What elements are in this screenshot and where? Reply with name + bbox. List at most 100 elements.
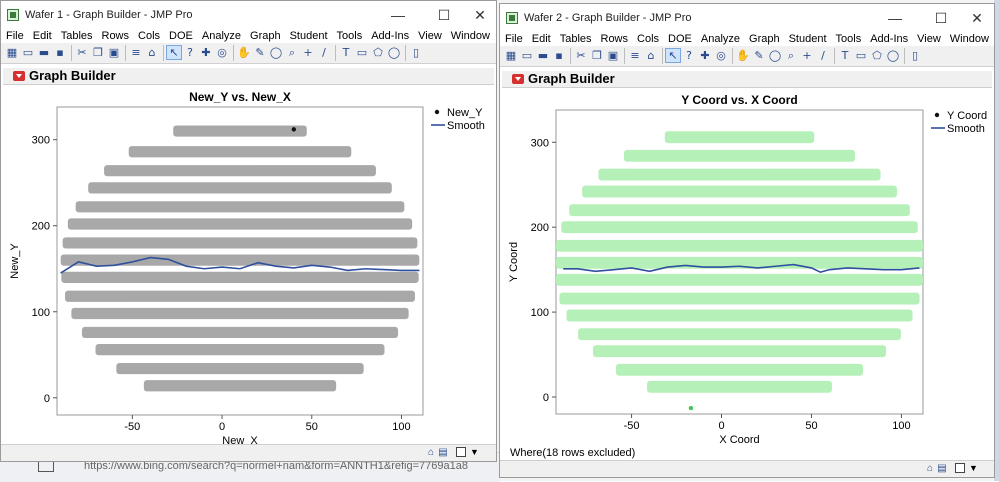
close-button[interactable]: ✕ bbox=[463, 3, 496, 27]
menu-tables[interactable]: Tables bbox=[555, 32, 596, 46]
more-tools-icon[interactable]: ▯ bbox=[409, 46, 423, 59]
menu-student[interactable]: Student bbox=[285, 29, 332, 43]
window-list-icon[interactable]: ▤ bbox=[936, 463, 948, 474]
new-table-icon[interactable]: ▦ bbox=[5, 46, 19, 59]
graph-builder-outline[interactable]: Graph Builder bbox=[502, 71, 992, 88]
window-list-icon[interactable]: ▤ bbox=[437, 447, 449, 458]
hand-tool-icon[interactable]: ✋ bbox=[237, 46, 251, 59]
copy-icon[interactable]: ❐ bbox=[91, 46, 105, 59]
text-tool-icon[interactable]: T bbox=[339, 46, 353, 59]
title-bar[interactable]: Wafer 2 - Graph Builder - JMP Pro — ☐ ✕ bbox=[500, 4, 994, 32]
graph-builder-outline[interactable]: Graph Builder bbox=[3, 68, 494, 85]
simple-shape-icon[interactable]: ▭ bbox=[854, 49, 868, 62]
plus-icon[interactable]: + bbox=[800, 49, 814, 62]
folder-icon[interactable]: ▬ bbox=[536, 49, 550, 62]
x-tick-label: 0 bbox=[718, 420, 724, 432]
menu-analyze[interactable]: Analyze bbox=[696, 32, 744, 46]
menu-view[interactable]: View bbox=[912, 32, 945, 46]
menu-doe[interactable]: DOE bbox=[663, 32, 696, 46]
help-tool-icon[interactable]: ? bbox=[183, 46, 197, 59]
lasso-icon[interactable]: ◯ bbox=[269, 46, 283, 59]
simple-shape-icon[interactable]: ▭ bbox=[355, 46, 369, 59]
text-tool-icon[interactable]: T bbox=[838, 49, 852, 62]
dropdown-arrow-icon[interactable]: ▼ bbox=[470, 446, 479, 459]
polygon-icon[interactable]: ⬠ bbox=[371, 46, 385, 59]
red-triangle-menu-icon[interactable] bbox=[13, 71, 25, 81]
window-wafer-1[interactable]: Wafer 1 - Graph Builder - JMP Pro — ☐ ✕ … bbox=[0, 0, 497, 462]
magnifier-icon[interactable]: ⌕ bbox=[285, 46, 299, 59]
maximize-button[interactable]: ☐ bbox=[924, 6, 958, 30]
maximize-button[interactable]: ☐ bbox=[427, 3, 461, 27]
lock-icon[interactable]: ⌂ bbox=[644, 49, 658, 62]
cut-icon[interactable]: ✂ bbox=[574, 49, 588, 62]
paste-icon[interactable]: ▣ bbox=[606, 49, 620, 62]
select-box-icon[interactable] bbox=[456, 447, 466, 457]
journal-icon[interactable]: ≡ bbox=[628, 49, 642, 62]
menu-student[interactable]: Student bbox=[784, 32, 831, 46]
toolbar-separator bbox=[904, 48, 905, 64]
menu-edit[interactable]: Edit bbox=[28, 29, 56, 43]
new-table-icon[interactable]: ▦ bbox=[504, 49, 518, 62]
toolbar-separator bbox=[405, 45, 406, 61]
menu-edit[interactable]: Edit bbox=[527, 32, 555, 46]
folder-icon[interactable]: ▬ bbox=[37, 46, 51, 59]
journal-icon[interactable]: ≡ bbox=[129, 46, 143, 59]
more-tools-icon[interactable]: ▯ bbox=[908, 49, 922, 62]
oval-icon[interactable]: ◯ bbox=[387, 46, 401, 59]
menu-window[interactable]: Window bbox=[945, 32, 993, 46]
line-tool-icon[interactable]: / bbox=[816, 49, 830, 62]
help-tool-icon[interactable]: ? bbox=[682, 49, 696, 62]
menu-doe[interactable]: DOE bbox=[164, 29, 197, 43]
dropdown-arrow-icon[interactable]: ▼ bbox=[969, 462, 978, 475]
menu-analyze[interactable]: Analyze bbox=[197, 29, 245, 43]
line-tool-icon[interactable]: / bbox=[317, 46, 331, 59]
menu-tables[interactable]: Tables bbox=[56, 29, 97, 43]
minimize-button[interactable]: — bbox=[381, 3, 415, 27]
magnifier-icon[interactable]: ⌕ bbox=[784, 49, 798, 62]
home-window-icon[interactable]: ⌂ bbox=[425, 447, 437, 458]
menu-file[interactable]: File bbox=[500, 32, 527, 46]
arrow-tool-icon[interactable]: ↖ bbox=[166, 45, 182, 60]
crosshair-icon[interactable]: ✚ bbox=[698, 49, 712, 62]
target-icon[interactable]: ◎ bbox=[215, 46, 229, 59]
menu-tools[interactable]: Tools bbox=[831, 32, 866, 46]
menu-file[interactable]: File bbox=[1, 29, 28, 43]
open-icon[interactable]: ▭ bbox=[21, 46, 35, 59]
cut-icon[interactable]: ✂ bbox=[75, 46, 89, 59]
menu-rows[interactable]: Rows bbox=[97, 29, 134, 43]
menu-rows[interactable]: Rows bbox=[596, 32, 633, 46]
window-wafer-2[interactable]: Wafer 2 - Graph Builder - JMP Pro — ☐ ✕ … bbox=[499, 3, 995, 478]
menu-graph[interactable]: Graph bbox=[744, 32, 784, 46]
crosshair-icon[interactable]: ✚ bbox=[199, 46, 213, 59]
menu-tools[interactable]: Tools bbox=[332, 29, 367, 43]
minimize-button[interactable]: — bbox=[878, 6, 912, 30]
save-icon[interactable]: ▪ bbox=[53, 46, 67, 59]
brush-icon[interactable]: ✎ bbox=[253, 46, 267, 59]
open-icon[interactable]: ▭ bbox=[520, 49, 534, 62]
red-triangle-menu-icon[interactable] bbox=[512, 74, 524, 84]
select-box-icon[interactable] bbox=[955, 463, 965, 473]
arrow-tool-icon[interactable]: ↖ bbox=[665, 48, 681, 63]
hand-tool-icon[interactable]: ✋ bbox=[736, 49, 750, 62]
brush-icon[interactable]: ✎ bbox=[752, 49, 766, 62]
outlier-point bbox=[688, 405, 694, 411]
menu-view[interactable]: View bbox=[413, 29, 446, 43]
lasso-icon[interactable]: ◯ bbox=[768, 49, 782, 62]
plus-icon[interactable]: + bbox=[301, 46, 315, 59]
polygon-icon[interactable]: ⬠ bbox=[870, 49, 884, 62]
close-button[interactable]: ✕ bbox=[960, 6, 994, 30]
oval-icon[interactable]: ◯ bbox=[886, 49, 900, 62]
paste-icon[interactable]: ▣ bbox=[107, 46, 121, 59]
home-window-icon[interactable]: ⌂ bbox=[924, 463, 936, 474]
lock-icon[interactable]: ⌂ bbox=[145, 46, 159, 59]
save-icon[interactable]: ▪ bbox=[552, 49, 566, 62]
title-bar[interactable]: Wafer 1 - Graph Builder - JMP Pro — ☐ ✕ bbox=[1, 1, 496, 29]
menu-window[interactable]: Window bbox=[446, 29, 494, 43]
menu-graph[interactable]: Graph bbox=[245, 29, 285, 43]
menu-addins[interactable]: Add-Ins bbox=[366, 29, 413, 43]
menu-cols[interactable]: Cols bbox=[632, 32, 663, 46]
menu-cols[interactable]: Cols bbox=[133, 29, 164, 43]
copy-icon[interactable]: ❐ bbox=[590, 49, 604, 62]
target-icon[interactable]: ◎ bbox=[714, 49, 728, 62]
menu-addins[interactable]: Add-Ins bbox=[865, 32, 912, 46]
